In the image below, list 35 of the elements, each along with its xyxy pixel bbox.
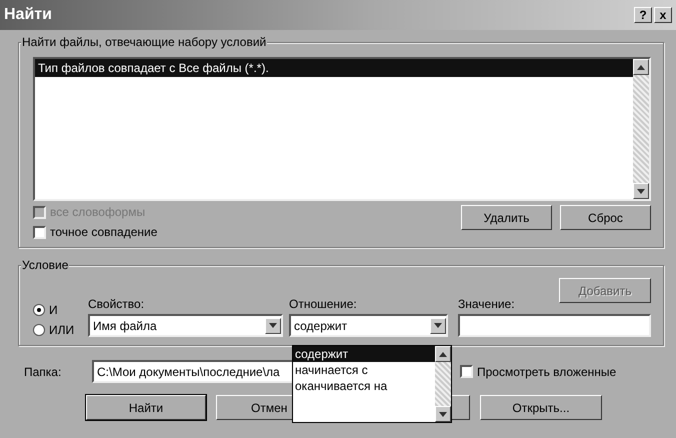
delete-button[interactable]: Удалить [461, 205, 552, 230]
list-item[interactable]: Тип файлов совпадает с Все файлы (*.*). [35, 59, 633, 77]
radio-label: ИЛИ [49, 323, 74, 337]
radio-button[interactable] [33, 324, 45, 336]
reset-button[interactable]: Сброс [560, 205, 651, 230]
open-button[interactable]: Открыть... [480, 395, 602, 420]
group-label: Условие [21, 258, 70, 272]
property-label: Свойство: [88, 297, 146, 311]
checkbox-label: Просмотреть вложенные [477, 364, 616, 378]
radio-label: И [49, 303, 58, 317]
value-label: Значение: [458, 297, 516, 311]
dropdown-option[interactable]: начинается с [293, 362, 435, 378]
checkbox-label: точное совпадение [50, 225, 158, 239]
folder-field[interactable]: C:\Мои документы\последние\ла [92, 360, 294, 383]
find-button[interactable]: Найти [86, 395, 206, 420]
dropdown-option[interactable]: содержит [293, 346, 435, 362]
window-title: Найти [4, 6, 52, 24]
folder-label: Папка: [24, 364, 62, 378]
down-arrow-icon[interactable] [434, 323, 442, 328]
group-label: Найти файлы, отвечающие набору условий [21, 35, 268, 49]
close-button[interactable]: x [654, 7, 672, 23]
help-button[interactable]: ? [634, 7, 652, 23]
relation-dropdown[interactable]: содержит [289, 314, 448, 337]
checkbox[interactable] [33, 226, 46, 238]
down-arrow-icon[interactable] [269, 323, 277, 328]
value-field[interactable] [458, 314, 651, 337]
dropdown-option[interactable]: оканчивается на [293, 378, 435, 394]
relation-label: Отношение: [289, 297, 358, 311]
up-arrow-icon[interactable] [637, 64, 645, 70]
checkbox[interactable] [460, 365, 473, 378]
up-arrow-icon[interactable] [439, 352, 447, 356]
radio-button[interactable] [33, 304, 45, 316]
down-arrow-icon[interactable] [637, 188, 645, 194]
down-arrow-icon[interactable] [439, 412, 447, 416]
property-dropdown[interactable]: Имя файла [88, 314, 283, 337]
